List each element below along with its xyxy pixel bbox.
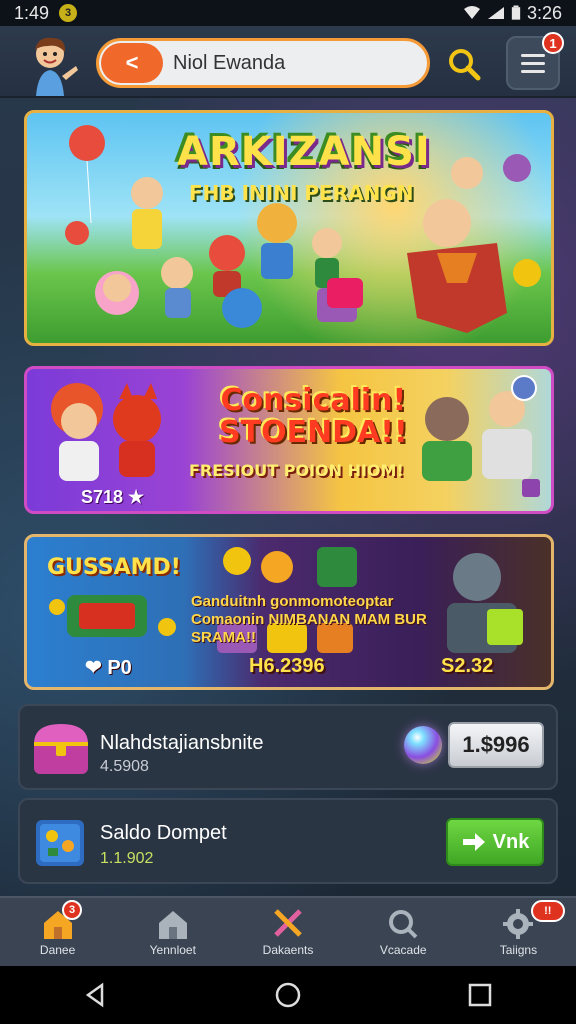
recents-square-icon[interactable] [466, 981, 494, 1009]
wallet-card[interactable]: Saldo Dompet 1.1.902 Vnk [18, 798, 558, 884]
bottom-nav: Danee 3 Yennloet Dakaents Vcacade Taiign… [0, 896, 576, 966]
nav-badge-settings: !! [530, 900, 565, 922]
banner3-right-price: S2.32 [441, 655, 494, 677]
search-input[interactable]: Niol Ewanda [173, 52, 285, 75]
card2-view-label: Vnk [492, 830, 530, 853]
back-button[interactable]: < [101, 43, 163, 83]
top-bar: < Niol Ewanda 1 [0, 26, 576, 98]
search-icon[interactable] [446, 46, 482, 82]
banner2-title-line2: STOENDA!! [219, 415, 408, 450]
promo-banner-3[interactable]: GUSSAMD! Ganduitnh gonmomoteoptar Comaon… [24, 534, 554, 690]
banner2-subtitle: FRESIOUT POION HIOM! [189, 461, 404, 480]
banner2-price: S718 ★ [81, 487, 145, 507]
card2-view-button[interactable]: Vnk [446, 818, 544, 866]
nav-label-settings: Taiigns [499, 943, 538, 957]
avatar[interactable] [18, 32, 82, 96]
signal-icon [487, 7, 504, 19]
card1-price-button[interactable]: 1.$996 [448, 722, 544, 768]
arrow-right-icon [462, 833, 485, 851]
banner1-subtitle: FHB ININI PERANGN [189, 181, 414, 205]
system-nav-bar [0, 966, 576, 1024]
wallet-icon [36, 820, 84, 866]
nav-label-search: Vcacade [379, 943, 427, 957]
card1-title: Nlahdstajiansbnite [100, 732, 264, 754]
card2-title: Saldo Dompet [100, 822, 227, 844]
item-card-chest[interactable]: Nlahdstajiansbnite 4.5908 1.$996 [18, 704, 558, 790]
search-icon [389, 910, 418, 939]
menu-notification-badge: 1 [542, 32, 564, 54]
nav-item-settings[interactable]: Taiigns !! [461, 898, 576, 966]
battery-icon [511, 5, 521, 20]
nav-item-shop[interactable]: Yennloet [115, 898, 230, 966]
banner3-title: GUSSAMD! [47, 555, 181, 580]
card2-subtitle: 1.1.902 [100, 850, 154, 867]
card1-subtitle: 4.5908 [100, 758, 149, 775]
menu-icon-line [521, 69, 545, 73]
search-bar[interactable]: < Niol Ewanda [96, 38, 430, 88]
sword-icon [274, 909, 302, 937]
menu-icon-line [521, 61, 545, 65]
nav-label-shop: Yennloet [149, 943, 196, 957]
home-circle-icon[interactable] [274, 981, 302, 1009]
status-time-right: 3:26 [526, 2, 562, 23]
nav-item-battle[interactable]: Dakaents [230, 898, 345, 966]
banner3-mid-price: H6.2396 [249, 655, 325, 677]
nav-label-battle: Dakaents [262, 943, 314, 957]
promo-banner-1[interactable]: ARKIZANSI FHB ININI PERANGN [24, 110, 554, 346]
menu-button[interactable]: 1 [506, 32, 564, 90]
shop-icon [158, 911, 187, 939]
status-time-left: 1:49 [14, 2, 50, 23]
promo-banner-2[interactable]: Consicalin! STOENDA!! FRESIOUT POION HIO… [24, 366, 554, 514]
banner3-left-price: ❤ P0 [85, 657, 132, 679]
nav-label-home: Danee [39, 943, 76, 957]
nav-badge-home: 3 [62, 900, 82, 920]
banner1-title: ARKIZANSI [177, 129, 431, 175]
banner2-title: Consicalin! STOENDA!! [219, 385, 408, 449]
status-bar: 1:49 3 3:26 [0, 0, 576, 26]
treasure-chest-icon [34, 724, 88, 774]
banner2-title-line1: Consicalin! [220, 383, 407, 418]
menu-icon [521, 53, 545, 57]
nav-item-search[interactable]: Vcacade [346, 898, 461, 966]
notification-icon: 3 [59, 4, 78, 22]
banner3-subtitle: Ganduitnh gonmomoteoptar Comaonin NIMBAN… [191, 593, 427, 646]
back-triangle-icon[interactable] [82, 981, 110, 1009]
gem-orb-icon [404, 726, 442, 764]
nav-item-home[interactable]: Danee 3 [0, 898, 115, 966]
wifi-icon [463, 6, 480, 19]
banner2-badge-icon [511, 375, 537, 401]
